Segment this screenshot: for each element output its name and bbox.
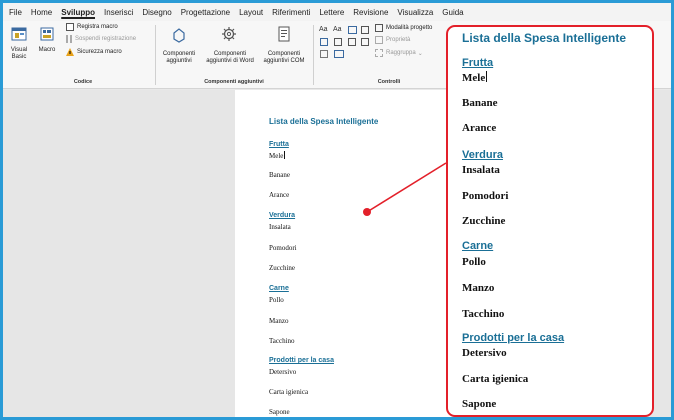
macro-button[interactable]: Macro (34, 47, 60, 54)
plain-text-control-icon[interactable]: Aa (333, 26, 342, 33)
picture-control-icon[interactable] (348, 26, 357, 34)
list-item: Detersivo (269, 368, 297, 376)
menu-bar: File Home Sviluppo Inserisci Disegno Pro… (3, 3, 671, 21)
document-title: Lista della Spesa Intelligente (269, 117, 379, 126)
list-item: Pomodori (269, 244, 297, 252)
record-macro-button[interactable]: Registra macro (66, 23, 118, 31)
repeating-section-icon[interactable] (334, 50, 344, 58)
combo-box-control-icon[interactable] (334, 38, 342, 46)
zoom-category-heading: Prodotti per la casa (462, 332, 565, 344)
menu-file[interactable]: File (9, 8, 22, 17)
addins-button[interactable]: Componenti aggiuntivi (157, 51, 201, 65)
menu-mailings[interactable]: Lettere (319, 8, 344, 17)
design-mode-icon (375, 24, 383, 32)
macro-security-label: Sicurezza macro (77, 49, 122, 55)
ribbon-separator (313, 25, 314, 85)
pause-icon (66, 35, 72, 43)
zoom-list-item: Mele (462, 71, 488, 84)
properties-label: Proprietà (386, 37, 411, 43)
list-item: Mele (269, 151, 286, 160)
text-cursor (486, 71, 488, 82)
menu-draw[interactable]: Disegno (142, 8, 171, 17)
group-button[interactable]: Raggruppa ⌄ (375, 49, 423, 57)
list-item: Tacchino (269, 337, 295, 345)
chevron-down-icon: ⌄ (417, 50, 423, 57)
menu-review[interactable]: Revisione (353, 8, 388, 17)
zoom-list-item: Carta igienica (462, 373, 529, 385)
properties-button[interactable]: Proprietà (375, 36, 410, 44)
list-item: Insalata (269, 223, 291, 231)
category-heading: Verdura (269, 212, 296, 219)
addins-group-label: Componenti aggiuntivi (204, 79, 264, 85)
com-addins-button[interactable]: Componenti aggiuntivi COM (259, 51, 309, 65)
zoom-title: Lista della Spesa Intelligente (462, 31, 627, 45)
list-item: Arance (269, 191, 290, 199)
category-heading: Prodotti per la casa (269, 357, 334, 364)
building-block-control-icon[interactable] (361, 26, 369, 34)
visual-basic-button[interactable]: Visual Basic (5, 47, 33, 61)
document-page[interactable]: Lista della Spesa Intelligente Frutta Me… (235, 90, 465, 417)
macro-icon (39, 26, 55, 47)
group-label: Raggruppa (386, 50, 416, 56)
list-item: Manzo (269, 317, 289, 325)
zoom-list-item: Banane (462, 97, 498, 109)
controls-group-label: Controlli (377, 79, 401, 85)
item-text: Mele (269, 152, 284, 160)
pause-recording-label: Sospendi registrazione (75, 36, 137, 42)
zoom-list-item: Detersivo (462, 347, 507, 359)
ribbon-separator (155, 25, 156, 85)
legacy-tools-icon[interactable] (320, 50, 328, 58)
visual-basic-icon (11, 26, 27, 47)
zoom-callout: Lista della Spesa Intelligente Frutta Me… (446, 25, 654, 417)
record-macro-icon (66, 23, 74, 31)
zoom-list-item: Manzo (462, 282, 495, 294)
word-addins-icon (221, 26, 237, 47)
date-picker-control-icon[interactable] (361, 38, 369, 46)
menu-layout[interactable]: Layout (239, 8, 263, 17)
menu-insert[interactable]: Inserisci (104, 8, 133, 17)
list-item: Pollo (269, 296, 284, 304)
menu-developer[interactable]: Sviluppo (61, 8, 95, 17)
menu-design[interactable]: Progettazione (181, 8, 230, 17)
text-cursor (284, 151, 286, 159)
zoom-category-heading: Carne (462, 240, 494, 252)
menu-home[interactable]: Home (31, 8, 52, 17)
zoom-item-text: Mele (462, 72, 486, 84)
group-icon (375, 49, 383, 57)
list-item: Carta igienica (269, 388, 309, 396)
list-item: Zucchine (269, 264, 296, 272)
com-addins-icon (276, 26, 292, 47)
menu-help[interactable]: Guida (442, 8, 463, 17)
rich-text-control-icon[interactable]: Aa (319, 26, 328, 33)
zoom-list-item: Sapone (462, 398, 497, 410)
checkbox-control-icon[interactable] (320, 38, 328, 46)
design-mode-button[interactable]: Modalità progetto (375, 24, 432, 32)
zoom-list-item: Pomodori (462, 190, 509, 202)
warning-icon (66, 48, 74, 56)
macro-security-button[interactable]: Sicurezza macro (66, 48, 122, 56)
zoom-category-heading: Verdura (462, 149, 503, 161)
zoom-list-item: Tacchino (462, 308, 505, 320)
list-item: Sapone (269, 408, 290, 416)
list-item: Banane (269, 171, 290, 179)
code-group-label: Codice (73, 79, 93, 85)
addins-icon (171, 27, 187, 48)
dropdown-control-icon[interactable] (348, 38, 356, 46)
category-heading: Frutta (269, 141, 289, 148)
zoom-category-heading: Frutta (462, 57, 494, 69)
pause-recording-button[interactable]: Sospendi registrazione (66, 35, 136, 43)
zoom-list-item: Insalata (462, 164, 500, 176)
zoom-list-item: Zucchine (462, 215, 506, 227)
record-macro-label: Registra macro (77, 24, 118, 30)
zoom-list-item: Arance (462, 122, 497, 134)
design-mode-label: Modalità progetto (386, 25, 433, 31)
properties-icon (375, 36, 383, 44)
category-heading: Carne (269, 285, 289, 292)
menu-view[interactable]: Visualizza (397, 8, 433, 17)
menu-references[interactable]: Riferimenti (272, 8, 310, 17)
word-addins-button[interactable]: Componenti aggiuntivi di Word (203, 51, 257, 65)
zoom-list-item: Pollo (462, 256, 486, 268)
